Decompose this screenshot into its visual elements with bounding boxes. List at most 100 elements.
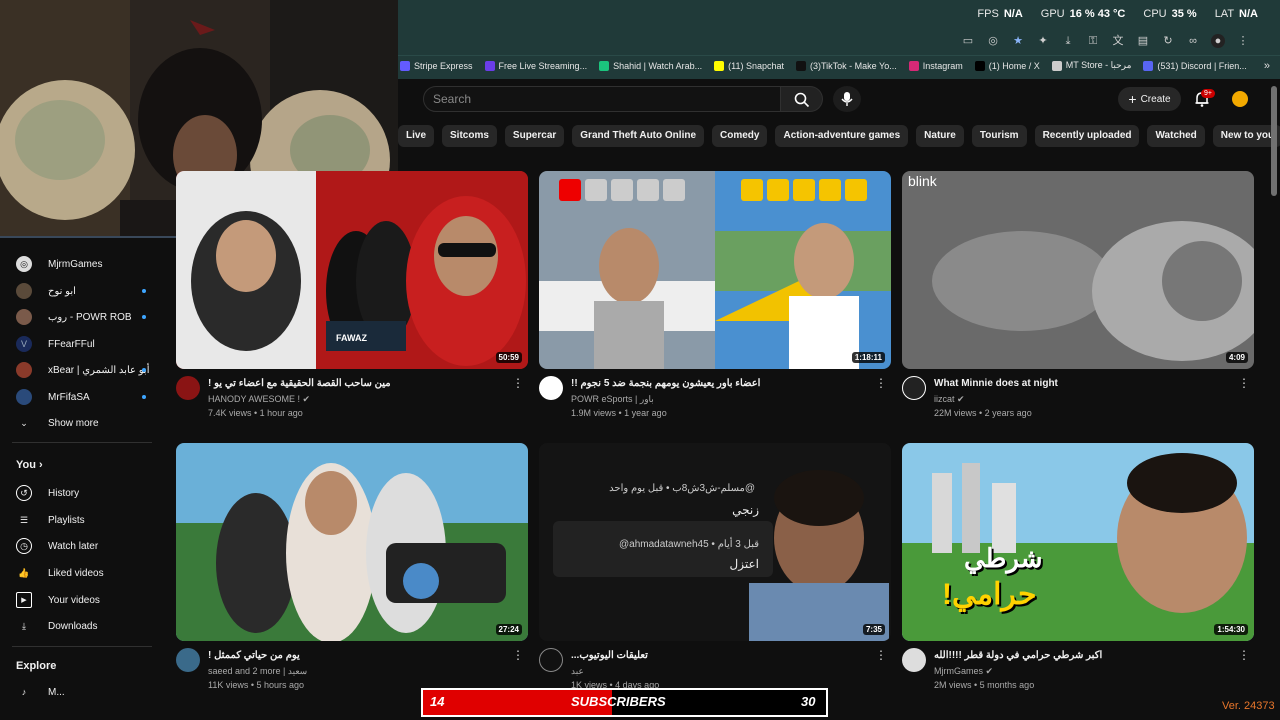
bookmark-item[interactable]: Shahid | Watch Arab... xyxy=(599,60,702,71)
more-options-icon[interactable]: ⋮ xyxy=(1238,376,1250,390)
filter-chip[interactable]: Supercar xyxy=(504,125,565,147)
filter-chip[interactable]: Nature xyxy=(916,125,964,147)
history-icon: ↺ xyxy=(16,485,32,501)
filter-chip[interactable]: Comedy xyxy=(712,125,768,147)
eye-off-icon[interactable]: ◎ xyxy=(986,34,1000,48)
bookmark-favicon-icon xyxy=(1051,60,1062,71)
channel-name[interactable]: عبد xyxy=(571,666,584,677)
more-options-icon[interactable]: ⋮ xyxy=(875,648,887,662)
more-options-icon[interactable]: ⋮ xyxy=(1238,648,1250,662)
filter-chip[interactable]: Recently uploaded xyxy=(1034,125,1140,147)
sidebar-sub-powr-rob[interactable]: روب - POWR ROB xyxy=(16,309,156,325)
menu-dots-icon[interactable]: ⋮ xyxy=(1236,34,1250,48)
search-input[interactable]: Search xyxy=(433,92,471,106)
sidebar-sub-mjrmgames[interactable]: ◎ MjrmGames xyxy=(16,256,156,272)
filter-chip[interactable]: New to you xyxy=(1212,125,1280,147)
page-scrollbar[interactable] xyxy=(1271,86,1277,196)
sidebar-sub-xbear[interactable]: xBear | أبو عابد الشمري xyxy=(16,362,156,378)
filter-chip[interactable]: Sitcoms xyxy=(442,125,497,147)
sidebar-item-your-videos[interactable]: ▶ Your videos xyxy=(16,592,156,608)
sidebar-item-playlists[interactable]: ☰ Playlists xyxy=(16,512,156,528)
sidebar-item-liked-videos[interactable]: 👍 Liked videos xyxy=(16,565,156,581)
more-options-icon[interactable]: ⋮ xyxy=(875,376,887,390)
cast-icon[interactable]: ▭ xyxy=(961,34,975,48)
duration-badge: 27:24 xyxy=(495,624,522,635)
create-button[interactable]: + Create xyxy=(1118,87,1181,111)
key-icon[interactable]: ⚿ xyxy=(1086,34,1100,48)
translate-icon[interactable]: 文 xyxy=(1111,34,1125,48)
video-thumbnail[interactable]: FAWAZ 50:59 xyxy=(176,171,528,369)
extensions-icon[interactable]: ✦ xyxy=(1036,34,1050,48)
sidebar-item-watch-later[interactable]: ◷ Watch later xyxy=(16,538,156,554)
history-icon[interactable]: ↻ xyxy=(1161,34,1175,48)
bookmark-item[interactable]: (11) Snapchat xyxy=(714,60,784,71)
filter-chip[interactable]: Grand Theft Auto Online xyxy=(572,125,705,147)
channel-avatar[interactable] xyxy=(902,648,926,672)
channel-avatar[interactable] xyxy=(176,648,200,672)
channel-avatar[interactable] xyxy=(539,648,563,672)
video-title[interactable]: اكبر شرطي حرامي في دولة قطر !!!!الله xyxy=(934,650,1234,661)
star-icon[interactable]: ★ xyxy=(1011,34,1025,48)
video-title[interactable]: تعليقات اليوتيوب... xyxy=(571,650,871,661)
bookmark-item[interactable]: (531) Discord | Frien... xyxy=(1143,60,1247,71)
sidebar-item-downloads[interactable]: ⤓ Downloads xyxy=(16,618,156,634)
channel-name-text: iizcat xyxy=(934,394,955,404)
channel-avatar xyxy=(16,362,32,378)
video-thumbnail[interactable]: شرطي حرامي! 1:54:30 xyxy=(902,443,1254,641)
channel-avatar[interactable] xyxy=(539,376,563,400)
bookmark-item[interactable]: (3)TikTok - Make Yo... xyxy=(796,60,897,71)
channel-name[interactable]: HANODY AWESOME ! ✔ xyxy=(208,394,310,405)
sidebar-sub-abu-noah[interactable]: ابو نوح xyxy=(16,283,156,299)
voice-search-button[interactable] xyxy=(833,86,861,112)
sidebar-sub-mrfifasa[interactable]: MrFifaSA xyxy=(16,389,156,405)
more-options-icon[interactable]: ⋮ xyxy=(512,376,524,390)
filter-chip[interactable]: Watched xyxy=(1147,125,1205,147)
sidebar-item-label: Downloads xyxy=(48,620,98,632)
channel-name[interactable]: iizcat ✔ xyxy=(934,394,965,405)
video-thumbnail[interactable]: 1:18:11 xyxy=(539,171,891,369)
download-icon[interactable]: ⤓ xyxy=(1061,34,1075,48)
channel-avatar[interactable] xyxy=(176,376,200,400)
video-title[interactable]: اعضاء باور يعيشون يومهم بنجمة ضد 5 نجوم … xyxy=(571,378,871,389)
bookmarks-overflow-icon[interactable]: » xyxy=(1264,60,1270,72)
bookmark-item[interactable]: (1) Home / X xyxy=(974,60,1040,71)
bookmark-item[interactable]: Instagram xyxy=(908,60,963,71)
video-title[interactable]: What Minnie does at night xyxy=(934,378,1234,389)
sidebar-you-header[interactable]: You › xyxy=(16,459,43,471)
sidebar-sub-ffearfful[interactable]: V FFearFFul xyxy=(16,336,156,352)
channel-name[interactable]: POWR eSports | باور xyxy=(571,394,654,405)
filter-chip[interactable]: Tourism xyxy=(971,125,1027,147)
video-thumbnail[interactable]: @مسلم-ش3ش8ب • قبل يوم واحد زنجي @ahmadat… xyxy=(539,443,891,641)
video-card-info: مين ساحب القصة الحقيقية مع اعضاء تي يو !… xyxy=(176,376,528,436)
card-icon[interactable]: ▤ xyxy=(1136,34,1150,48)
divider xyxy=(12,646,152,647)
link-icon[interactable]: ∞ xyxy=(1186,34,1200,48)
poster-text: شرطي xyxy=(964,543,1043,573)
filter-chip[interactable]: Action-adventure games xyxy=(775,125,909,147)
profile-avatar-icon[interactable]: ● xyxy=(1211,34,1225,48)
filter-chip[interactable]: Live xyxy=(398,125,435,147)
video-thumbnail[interactable]: 27:24 xyxy=(176,443,528,641)
search-button[interactable] xyxy=(781,86,823,112)
new-content-dot xyxy=(142,368,146,372)
more-options-icon[interactable]: ⋮ xyxy=(512,648,524,662)
sidebar-item-history[interactable]: ↺ History xyxy=(16,485,156,501)
camera-watermark: blink xyxy=(908,173,937,189)
search-box[interactable] xyxy=(423,86,781,112)
video-thumbnail[interactable]: blink 4:09 xyxy=(902,171,1254,369)
play-square-icon: ▶ xyxy=(16,592,32,608)
channel-name[interactable]: saeed and 2 more | سعيد xyxy=(208,666,307,677)
account-avatar[interactable] xyxy=(1232,91,1248,107)
channel-avatar xyxy=(16,309,32,325)
sidebar-show-more[interactable]: ⌄ Show more xyxy=(16,415,156,431)
channel-avatar[interactable] xyxy=(902,376,926,400)
bookmark-item[interactable]: MT Store - مرحبا xyxy=(1051,60,1131,71)
channel-name[interactable]: MjrmGames ✔ xyxy=(934,666,993,677)
bookmark-item[interactable]: Stripe Express xyxy=(400,60,473,71)
search-icon xyxy=(794,92,810,108)
video-title[interactable]: مين ساحب القصة الحقيقية مع اعضاء تي يو ! xyxy=(208,378,508,389)
video-card-info: What Minnie does at night iizcat ✔ 22M v… xyxy=(902,376,1254,436)
bookmark-item[interactable]: Free Live Streaming... xyxy=(484,60,587,71)
video-title[interactable]: يوم من حياتي كممثل ! xyxy=(208,650,508,661)
sidebar-item-partial[interactable]: ♪ M... xyxy=(16,684,156,700)
